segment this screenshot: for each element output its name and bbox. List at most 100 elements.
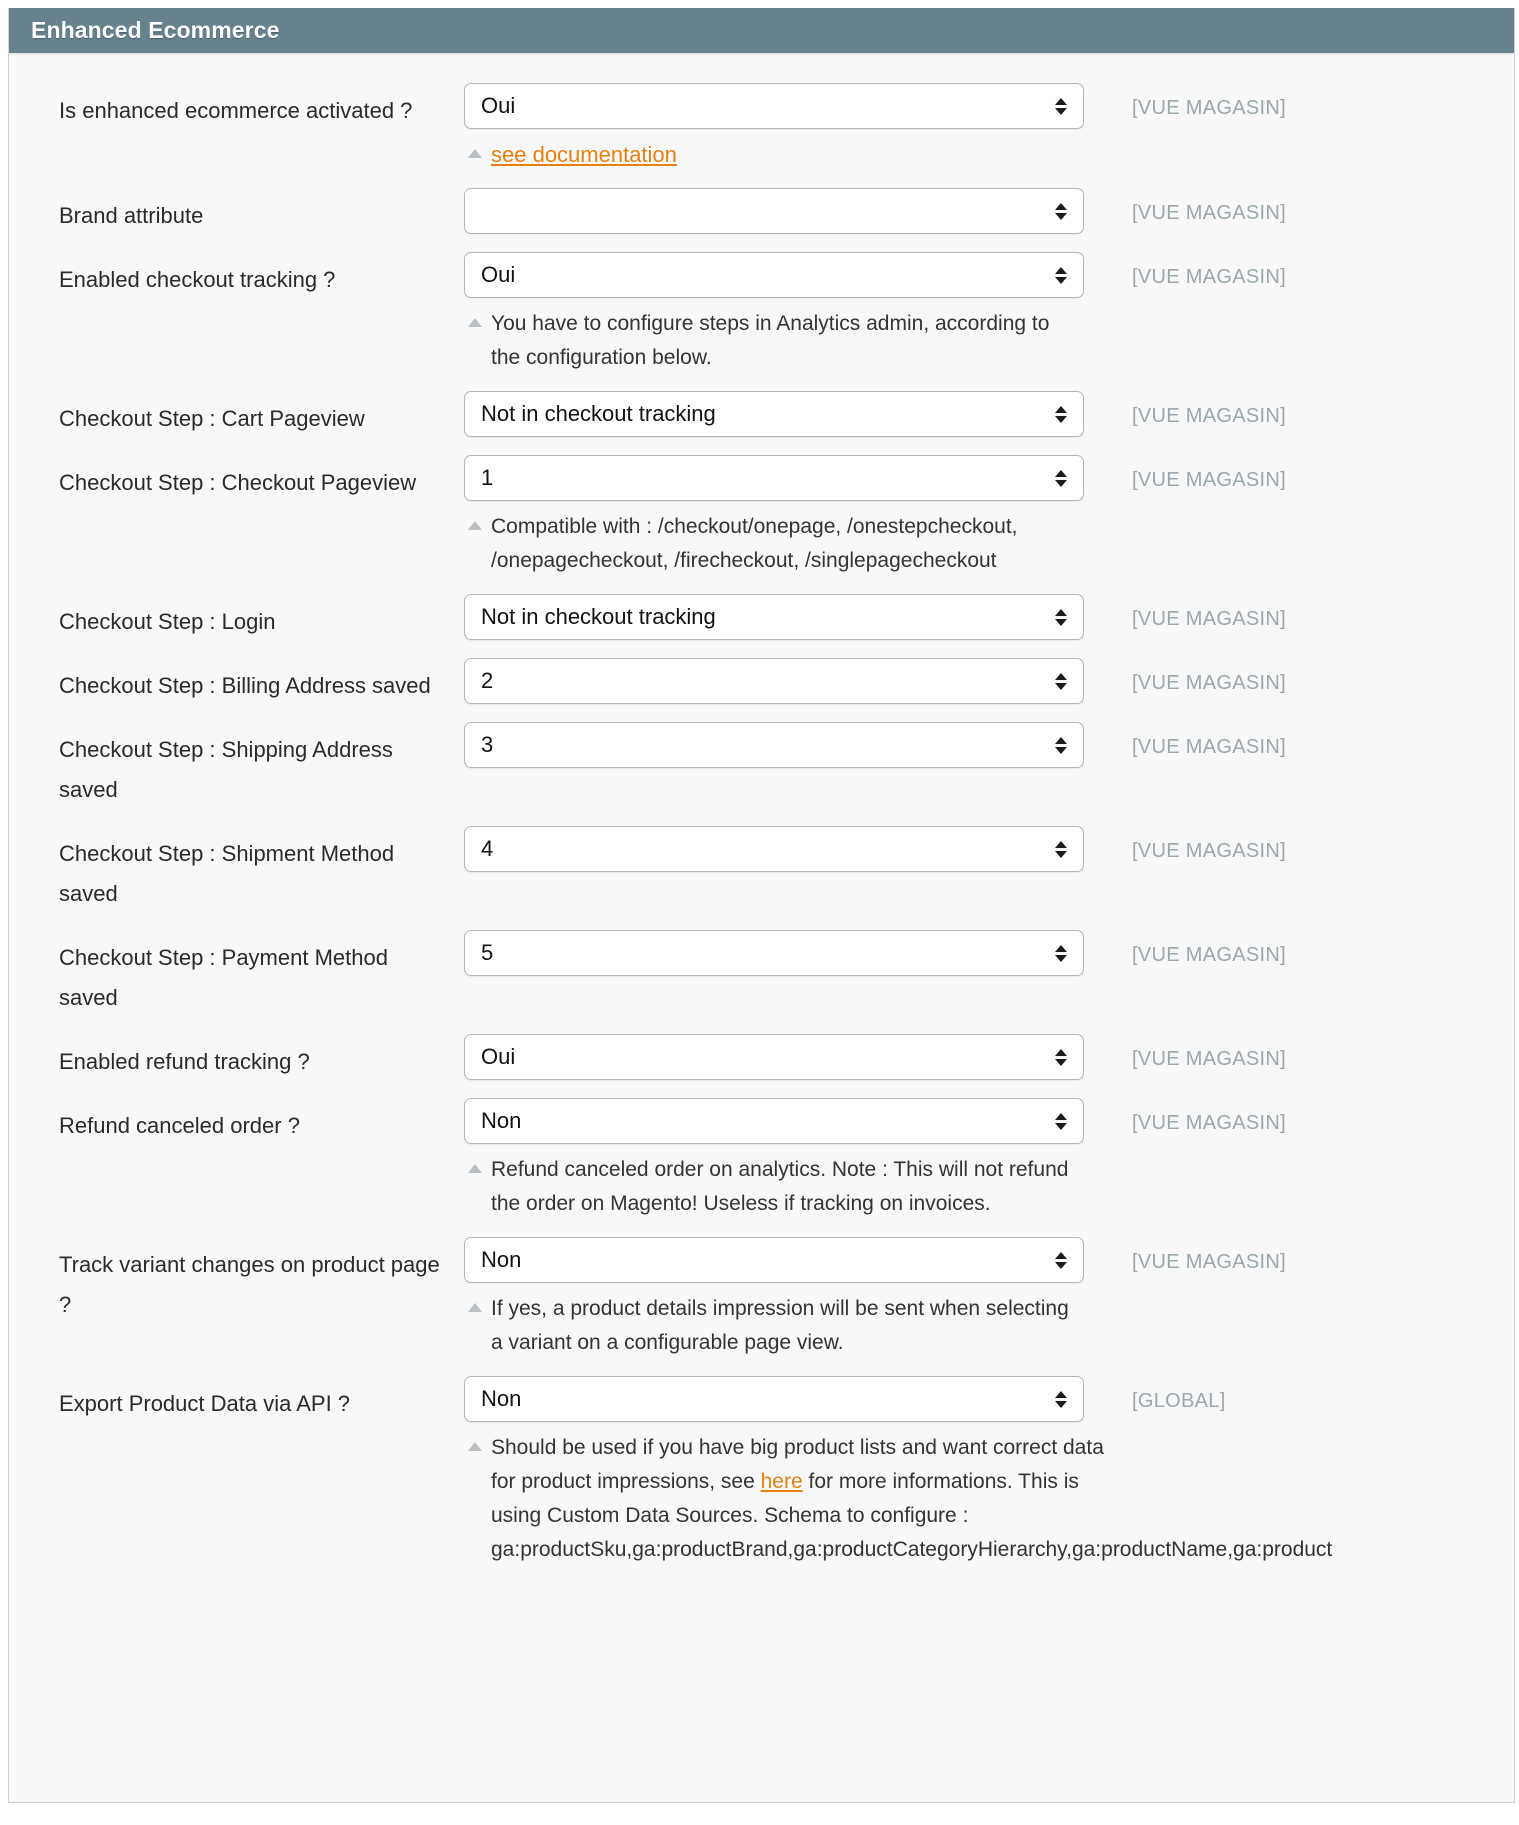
field-row-refund-canceled-order: Refund canceled order ? Non Refund cance…: [9, 1098, 1514, 1221]
panel-body: Is enhanced ecommerce activated ? Oui se…: [9, 55, 1514, 1802]
select-value[interactable]: Oui: [464, 1034, 1084, 1080]
select-enabled-refund-tracking[interactable]: Oui: [464, 1034, 1084, 1080]
note-triangle-icon: [468, 1442, 482, 1451]
field-label: Checkout Step : Checkout Pageview: [59, 470, 417, 495]
note-triangle-icon: [468, 521, 482, 530]
field-row-track-variant-changes: Track variant changes on product page ? …: [9, 1237, 1514, 1360]
field-control: 3: [464, 722, 1084, 768]
field-control: 4: [464, 826, 1084, 872]
note-text: see documentation: [491, 138, 677, 172]
field-scope-label: [VUE MAGASIN]: [1132, 672, 1286, 694]
select-value[interactable]: Not in checkout tracking: [464, 391, 1084, 437]
panel-header[interactable]: Enhanced Ecommerce: [9, 8, 1514, 55]
field-control: Non If yes, a product details impression…: [464, 1237, 1084, 1360]
field-note: Compatible with : /checkout/onepage, /on…: [464, 510, 1084, 578]
note-text: Refund canceled order on analytics. Note…: [491, 1158, 1069, 1215]
field-row-checkout-step-shipping-address-saved: Checkout Step : Shipping Address saved 3…: [9, 722, 1514, 810]
field-row-checkout-step-payment-method-saved: Checkout Step : Payment Method saved 5 […: [9, 930, 1514, 1018]
select-track-variant-changes[interactable]: Non: [464, 1237, 1084, 1283]
select-value[interactable]: Not in checkout tracking: [464, 594, 1084, 640]
note-triangle-icon: [468, 1164, 482, 1173]
field-label: Brand attribute: [59, 203, 204, 228]
select-enhanced-ecommerce-activated[interactable]: Oui: [464, 83, 1084, 129]
select-value[interactable]: 3: [464, 722, 1084, 768]
field-scope-label: [VUE MAGASIN]: [1132, 1251, 1286, 1273]
field-control: Oui: [464, 1034, 1084, 1080]
field-scope-label: [VUE MAGASIN]: [1132, 840, 1286, 862]
field-scope-label: [GLOBAL]: [1132, 1390, 1226, 1412]
select-value[interactable]: 1: [464, 455, 1084, 501]
note-schema-text: ga:productSku,ga:productBrand,ga:product…: [491, 1538, 1333, 1561]
note-triangle-icon: [468, 1303, 482, 1312]
field-label: Export Product Data via API ?: [59, 1391, 351, 1416]
field-row-checkout-step-shipment-method-saved: Checkout Step : Shipment Method saved 4 …: [9, 826, 1514, 914]
select-value[interactable]: Oui: [464, 83, 1084, 129]
field-scope-label: [VUE MAGASIN]: [1132, 97, 1286, 119]
here-link[interactable]: here: [761, 1470, 803, 1493]
select-brand-attribute[interactable]: [464, 188, 1084, 234]
field-note: You have to configure steps in Analytics…: [464, 307, 1084, 375]
enhanced-ecommerce-panel: Enhanced Ecommerce Is enhanced ecommerce…: [8, 8, 1515, 1803]
select-value[interactable]: [464, 188, 1084, 234]
select-checkout-step-cart-pageview[interactable]: Not in checkout tracking: [464, 391, 1084, 437]
field-label: Checkout Step : Shipment Method saved: [59, 841, 395, 906]
field-control: 1 Compatible with : /checkout/onepage, /…: [464, 455, 1084, 578]
field-row-enabled-refund-tracking: Enabled refund tracking ? Oui [VUE MAGAS…: [9, 1034, 1514, 1082]
field-scope-label: [VUE MAGASIN]: [1132, 944, 1286, 966]
field-note: Should be used if you have big product l…: [464, 1431, 1332, 1567]
field-control: Oui You have to configure steps in Analy…: [464, 252, 1084, 375]
select-value[interactable]: Non: [464, 1098, 1084, 1144]
select-checkout-step-shipping-address-saved[interactable]: 3: [464, 722, 1084, 768]
field-control: Oui see documentation: [464, 83, 1084, 172]
note-triangle-icon: [468, 149, 482, 158]
field-label: Enabled checkout tracking ?: [59, 267, 336, 292]
field-label: Checkout Step : Cart Pageview: [59, 406, 365, 431]
field-scope-label: [VUE MAGASIN]: [1132, 1048, 1286, 1070]
select-value[interactable]: Non: [464, 1237, 1084, 1283]
select-checkout-step-checkout-pageview[interactable]: 1: [464, 455, 1084, 501]
field-row-checkout-step-billing-address-saved: Checkout Step : Billing Address saved 2 …: [9, 658, 1514, 706]
field-label: Checkout Step : Login: [59, 609, 276, 634]
field-control: 5: [464, 930, 1084, 976]
field-control: Not in checkout tracking: [464, 594, 1084, 640]
note-text: You have to configure steps in Analytics…: [491, 312, 1050, 369]
field-note: Refund canceled order on analytics. Note…: [464, 1153, 1084, 1221]
field-label: Is enhanced ecommerce activated ?: [59, 98, 413, 123]
field-scope-label: [VUE MAGASIN]: [1132, 202, 1286, 224]
see-documentation-link[interactable]: see documentation: [491, 142, 677, 167]
field-control: 2: [464, 658, 1084, 704]
select-enabled-checkout-tracking[interactable]: Oui: [464, 252, 1084, 298]
field-label: Checkout Step : Shipping Address saved: [59, 737, 393, 802]
field-scope-label: [VUE MAGASIN]: [1132, 736, 1286, 758]
field-row-enabled-checkout-tracking: Enabled checkout tracking ? Oui You have…: [9, 252, 1514, 375]
field-control: Not in checkout tracking: [464, 391, 1084, 437]
field-control: Non Refund canceled order on analytics. …: [464, 1098, 1084, 1221]
select-value[interactable]: 5: [464, 930, 1084, 976]
field-row-checkout-step-checkout-pageview: Checkout Step : Checkout Pageview 1 Comp…: [9, 455, 1514, 578]
screenshot-root: Enhanced Ecommerce Is enhanced ecommerce…: [0, 0, 1519, 1825]
field-row-export-product-data-via-api: Export Product Data via API ? Non Should…: [9, 1376, 1514, 1567]
field-scope-label: [VUE MAGASIN]: [1132, 405, 1286, 427]
field-scope-label: [VUE MAGASIN]: [1132, 469, 1286, 491]
field-row-enhanced-ecommerce-activated: Is enhanced ecommerce activated ? Oui se…: [9, 83, 1514, 172]
field-row-checkout-step-cart-pageview: Checkout Step : Cart Pageview Not in che…: [9, 391, 1514, 439]
select-value[interactable]: Non: [464, 1376, 1084, 1422]
select-checkout-step-billing-address-saved[interactable]: 2: [464, 658, 1084, 704]
select-value[interactable]: 4: [464, 826, 1084, 872]
field-note: If yes, a product details impression wil…: [464, 1292, 1084, 1360]
select-export-product-data-via-api[interactable]: Non: [464, 1376, 1084, 1422]
select-checkout-step-login[interactable]: Not in checkout tracking: [464, 594, 1084, 640]
select-checkout-step-shipment-method-saved[interactable]: 4: [464, 826, 1084, 872]
field-label: Refund canceled order ?: [59, 1113, 300, 1138]
field-label: Track variant changes on product page ?: [59, 1252, 440, 1317]
field-label: Checkout Step : Payment Method saved: [59, 945, 388, 1010]
field-scope-label: [VUE MAGASIN]: [1132, 266, 1286, 288]
field-row-checkout-step-login: Checkout Step : Login Not in checkout tr…: [9, 594, 1514, 642]
panel-title: Enhanced Ecommerce: [31, 17, 280, 43]
select-refund-canceled-order[interactable]: Non: [464, 1098, 1084, 1144]
select-value[interactable]: Oui: [464, 252, 1084, 298]
note-text: Should be used if you have big product l…: [491, 1431, 1332, 1567]
field-note: see documentation: [464, 138, 1084, 172]
select-value[interactable]: 2: [464, 658, 1084, 704]
select-checkout-step-payment-method-saved[interactable]: 5: [464, 930, 1084, 976]
